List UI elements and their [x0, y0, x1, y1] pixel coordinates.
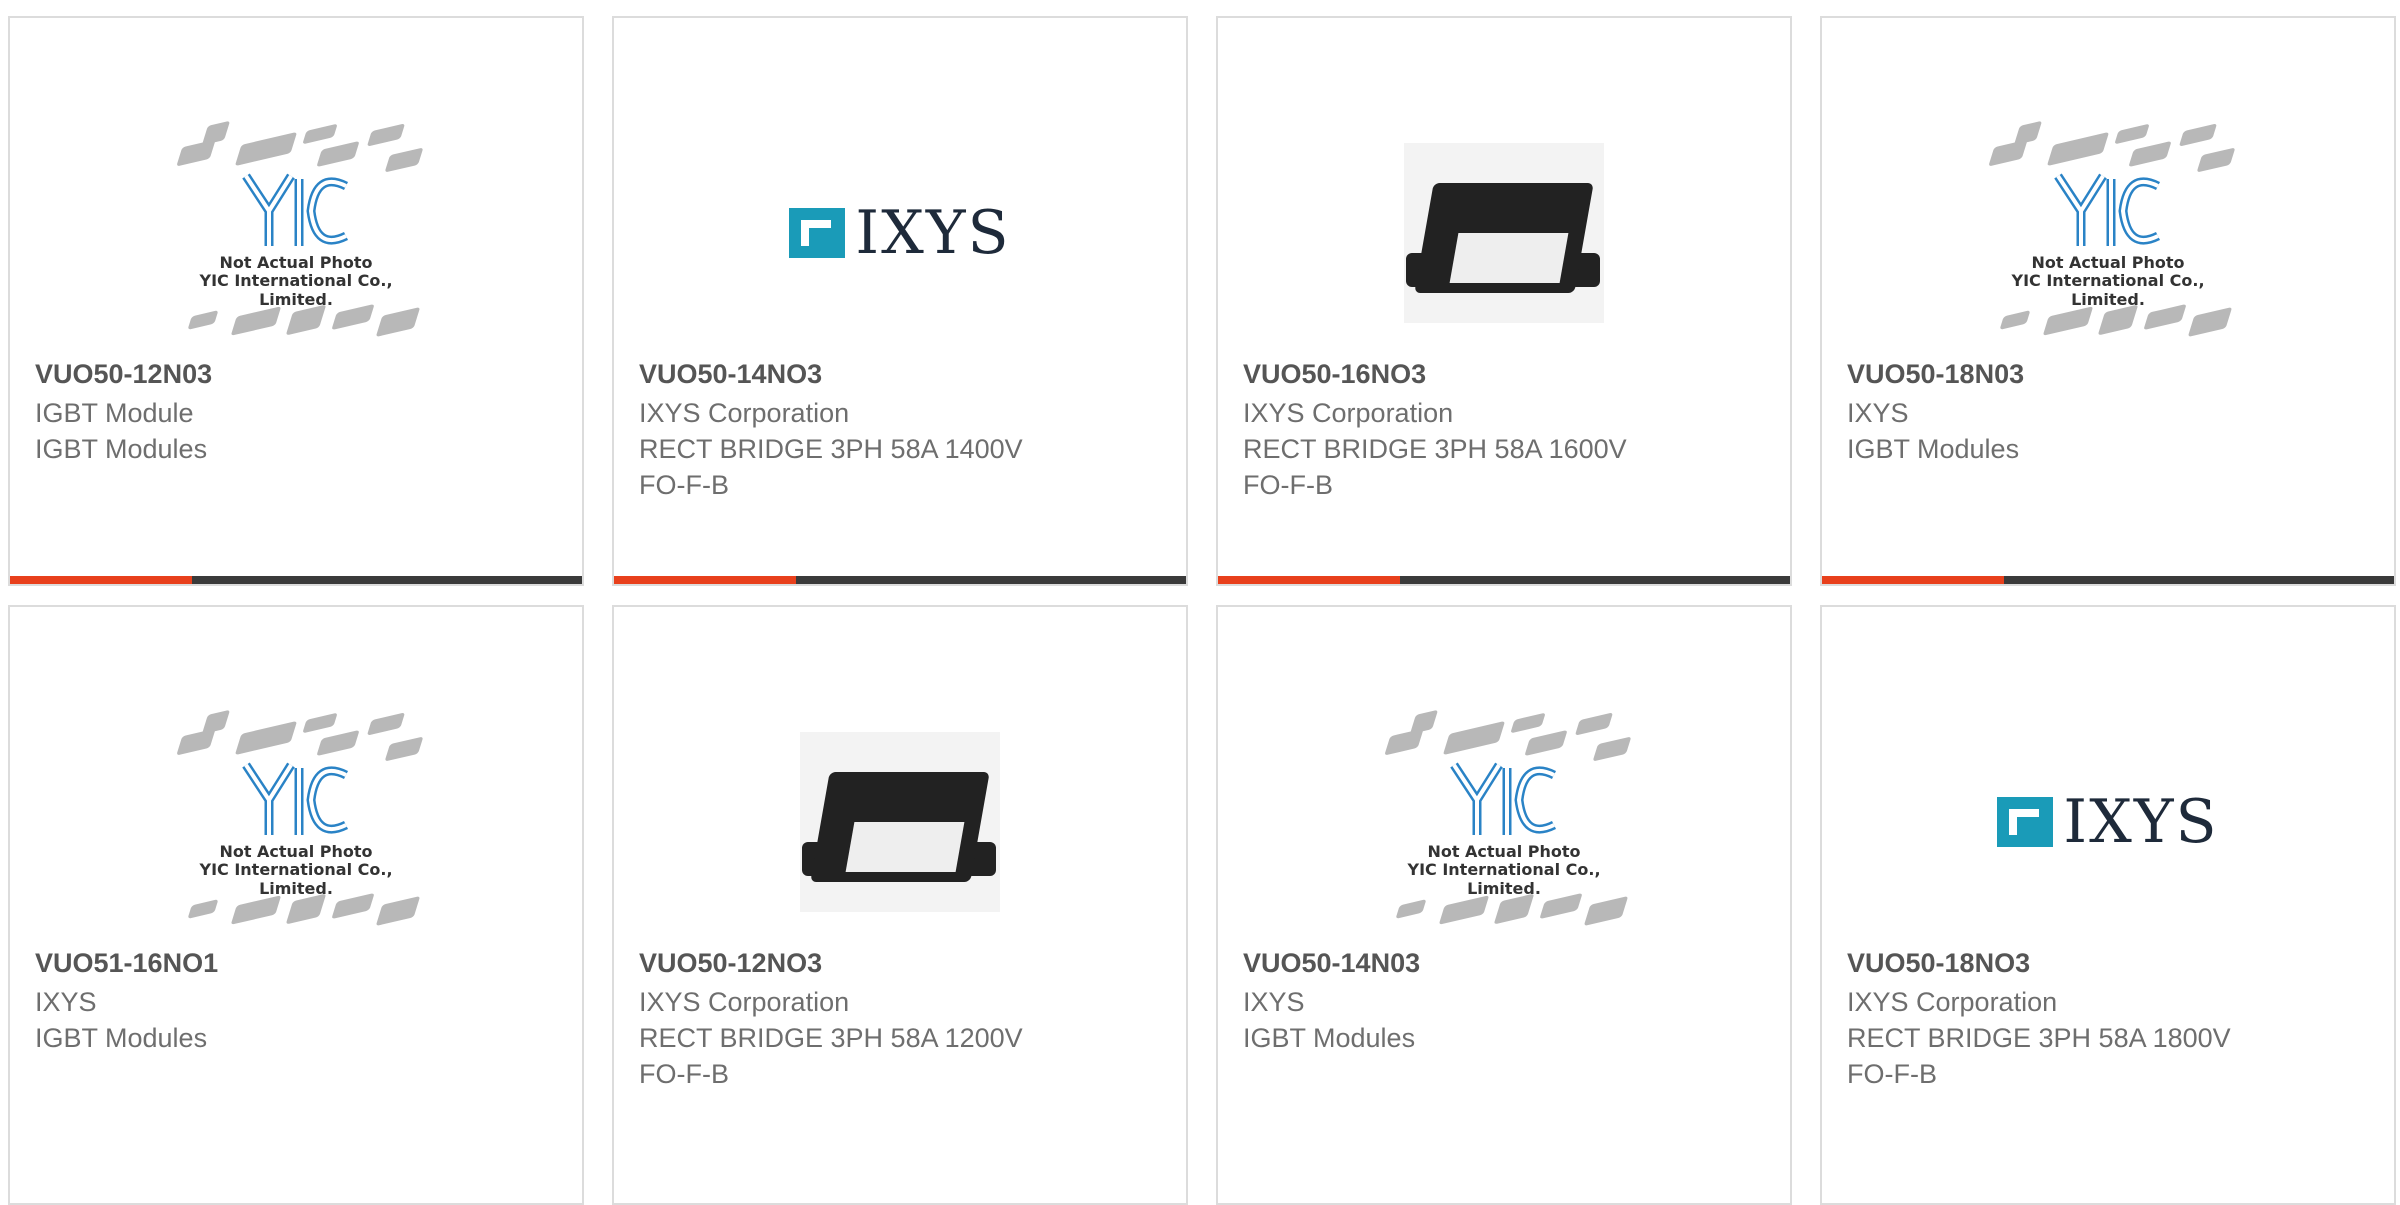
not-actual-photo-text: Not Actual Photo	[219, 842, 373, 861]
manufacturer: IXYS Corporation	[639, 398, 850, 428]
part-number[interactable]: VUO50-16NO3	[1243, 358, 1770, 390]
manufacturer: IXYS Corporation	[1847, 987, 2058, 1017]
manufacturer: IGBT Module	[35, 398, 194, 428]
card-bottom-bar	[1218, 576, 1790, 584]
ixys-logo: IXYS	[1997, 787, 2218, 857]
product-card[interactable]: VUO50-16NO3 IXYS Corporation RECT BRIDGE…	[1216, 16, 1792, 586]
part-number[interactable]: VUO50-14N03	[1243, 947, 1770, 979]
product-image[interactable]: IXYS	[614, 98, 1186, 368]
not-actual-photo-text: Not Actual Photo	[219, 253, 373, 272]
yic-placeholder-image: Not Actual Photo YIC International Co., …	[161, 113, 431, 353]
yic-logo-icon	[1450, 762, 1557, 835]
yic-placeholder-image: Not Actual Photo YIC International Co., …	[161, 702, 431, 942]
ixys-mark-icon	[789, 208, 846, 258]
not-actual-photo-text: Not Actual Photo	[1427, 842, 1581, 861]
product-card[interactable]: IXYS VUO50-18NO3 IXYS Corporation RECT B…	[1820, 605, 2396, 1205]
manufacturer: IXYS Corporation	[639, 987, 850, 1017]
description: RECT BRIDGE 3PH 58A 1800V	[1847, 1023, 2231, 1053]
product-image[interactable]: IXYS	[1822, 687, 2394, 957]
description: RECT BRIDGE 3PH 58A 1400V	[639, 434, 1023, 464]
description: IGBT Modules	[35, 434, 208, 464]
ixys-mark-icon	[1997, 797, 2054, 847]
product-card[interactable]: VUO50-12NO3 IXYS Corporation RECT BRIDGE…	[612, 605, 1188, 1205]
description: IGBT Modules	[35, 1023, 208, 1053]
description: RECT BRIDGE 3PH 58A 1600V	[1243, 434, 1627, 464]
yic-company-text: YIC International Co., Limited.	[1407, 860, 1601, 898]
part-number[interactable]: VUO50-14NO3	[639, 358, 1166, 390]
yic-logo-icon	[2054, 173, 2161, 246]
yic-company-text: YIC International Co., Limited.	[199, 860, 393, 898]
manufacturer: IXYS	[1847, 398, 1909, 428]
product-card[interactable]: Not Actual Photo YIC International Co., …	[1820, 16, 2396, 586]
product-image[interactable]: Not Actual Photo YIC International Co., …	[10, 687, 582, 957]
manufacturer: IXYS	[35, 987, 97, 1017]
yic-placeholder-image: Not Actual Photo YIC International Co., …	[1973, 113, 2243, 353]
part-number[interactable]: VUO50-18N03	[1847, 358, 2374, 390]
part-number[interactable]: VUO50-18NO3	[1847, 947, 2374, 979]
product-image[interactable]: Not Actual Photo YIC International Co., …	[1218, 687, 1790, 957]
yic-placeholder-image: Not Actual Photo YIC International Co., …	[1369, 702, 1639, 942]
module-photo	[1404, 143, 1604, 323]
card-bottom-bar	[1822, 576, 2394, 584]
part-number[interactable]: VUO51-16NO1	[35, 947, 562, 979]
part-number[interactable]: VUO50-12N03	[35, 358, 562, 390]
product-image[interactable]	[1218, 98, 1790, 368]
part-number[interactable]: VUO50-12NO3	[639, 947, 1166, 979]
product-image[interactable]: Not Actual Photo YIC International Co., …	[10, 98, 582, 368]
package: FO-F-B	[1243, 470, 1333, 500]
description: RECT BRIDGE 3PH 58A 1200V	[639, 1023, 1023, 1053]
product-image[interactable]	[614, 687, 1186, 957]
yic-company-text: YIC International Co., Limited.	[199, 271, 393, 309]
product-card[interactable]: Not Actual Photo YIC International Co., …	[1216, 605, 1792, 1205]
manufacturer: IXYS Corporation	[1243, 398, 1454, 428]
product-card[interactable]: IXYS VUO50-14NO3 IXYS Corporation RECT B…	[612, 16, 1188, 586]
yic-logo-icon	[242, 173, 349, 246]
module-photo	[800, 732, 1000, 912]
package: FO-F-B	[639, 470, 729, 500]
package: FO-F-B	[639, 1059, 729, 1089]
description: IGBT Modules	[1847, 434, 2020, 464]
product-card[interactable]: Not Actual Photo YIC International Co., …	[8, 16, 584, 586]
not-actual-photo-text: Not Actual Photo	[2031, 253, 2185, 272]
ixys-logo: IXYS	[789, 198, 1010, 268]
yic-logo-icon	[242, 762, 349, 835]
description: IGBT Modules	[1243, 1023, 1416, 1053]
product-image[interactable]: Not Actual Photo YIC International Co., …	[1822, 98, 2394, 368]
card-bottom-bar	[10, 576, 582, 584]
card-bottom-bar	[614, 576, 1186, 584]
manufacturer: IXYS	[1243, 987, 1305, 1017]
yic-company-text: YIC International Co., Limited.	[2011, 271, 2205, 309]
product-card[interactable]: Not Actual Photo YIC International Co., …	[8, 605, 584, 1205]
package: FO-F-B	[1847, 1059, 1937, 1089]
